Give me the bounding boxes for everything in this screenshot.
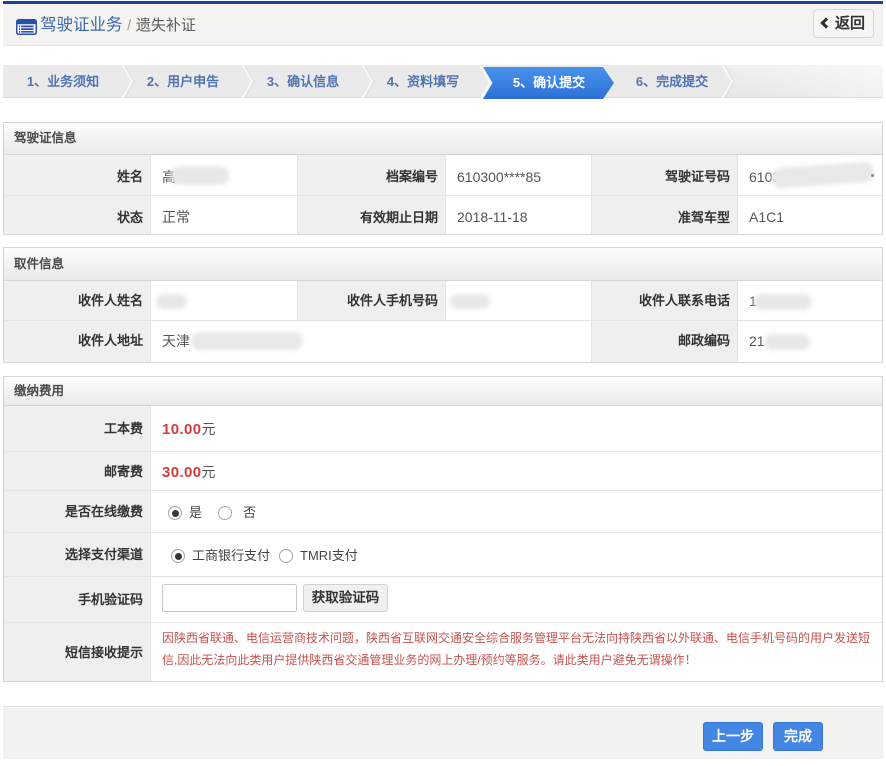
svg-text:5、确认提交: 5、确认提交 xyxy=(513,75,585,90)
svg-text:1、业务须知: 1、业务须知 xyxy=(27,74,99,89)
svg-text:2、用户申告: 2、用户申告 xyxy=(147,74,219,89)
svg-text:6、完成提交: 6、完成提交 xyxy=(636,74,708,89)
svg-text:3、确认信息: 3、确认信息 xyxy=(267,74,339,89)
svg-text:4、资料填写: 4、资料填写 xyxy=(387,74,459,89)
